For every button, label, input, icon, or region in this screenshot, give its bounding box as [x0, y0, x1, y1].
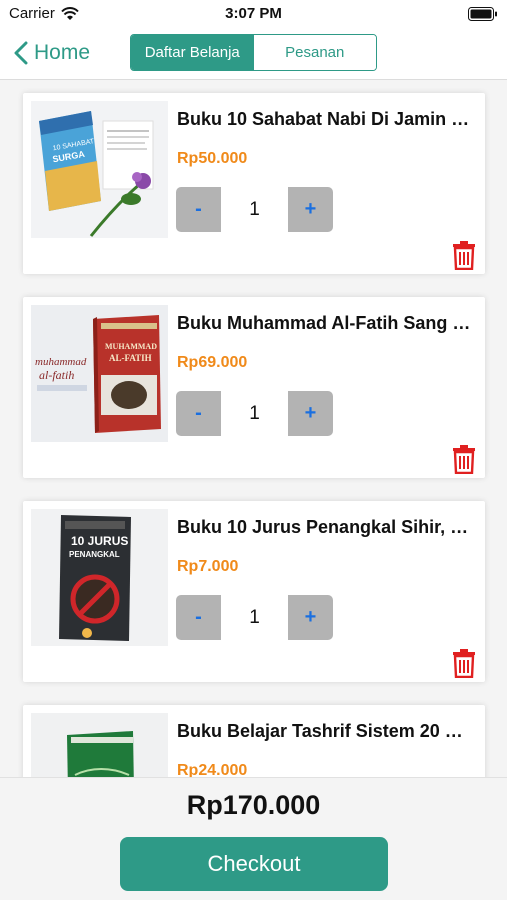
- checkout-footer: Rp170.000 Checkout: [0, 777, 507, 900]
- book-cover-image: [31, 713, 168, 777]
- decrement-button[interactable]: -: [176, 595, 221, 640]
- trash-icon[interactable]: [451, 444, 477, 474]
- svg-text:AL-FATIH: AL-FATIH: [109, 353, 152, 363]
- decrement-button[interactable]: -: [176, 187, 221, 232]
- book-cover-image: muhammad al-fatih MUHAMMAD AL-FATIH: [31, 305, 168, 442]
- status-bar: Carrier 3:07 PM: [0, 0, 507, 28]
- product-title: Buku Muhammad Al-Fatih Sang Penakluk: [177, 313, 477, 333]
- increment-button[interactable]: +: [288, 595, 333, 640]
- quantity-stepper: - 1 +: [176, 187, 333, 232]
- svg-text:muhammad: muhammad: [35, 356, 87, 368]
- product-price: Rp69.000: [177, 354, 248, 371]
- book-cover-image: 10 SAHABAT SURGA: [31, 101, 168, 238]
- svg-text:al-fatih: al-fatih: [39, 368, 74, 382]
- cart-item: 10 SAHABAT SURGA Buku 10 Sahabat Nabi Di…: [23, 93, 485, 274]
- svg-text:PENANGKAL: PENANGKAL: [69, 550, 120, 559]
- checkout-button[interactable]: Checkout: [120, 837, 388, 891]
- quantity-stepper: - 1 +: [176, 595, 333, 640]
- product-title: Buku Belajar Tashrif Sistem 20 Menit: [177, 721, 477, 741]
- back-button-label: Home: [34, 41, 91, 64]
- product-image: 10 SAHABAT SURGA: [31, 101, 168, 238]
- cart-item: Buku Belajar Tashrif Sistem 20 Menit Rp2…: [23, 705, 485, 777]
- product-price: Rp50.000: [177, 150, 248, 167]
- segmented-control: Daftar Belanja Pesanan: [130, 34, 377, 71]
- total-price: Rp170.000: [186, 790, 321, 820]
- product-price: Rp24.000: [177, 762, 248, 777]
- tab-daftar-belanja[interactable]: Daftar Belanja: [131, 35, 254, 70]
- trash-icon[interactable]: [451, 240, 477, 270]
- product-image: [31, 713, 168, 777]
- increment-button[interactable]: +: [288, 187, 333, 232]
- trash-icon[interactable]: [451, 648, 477, 678]
- cart-item: 10 JURUS PENANGKAL Buku 10 Jurus Penangk…: [23, 501, 485, 682]
- product-image: muhammad al-fatih MUHAMMAD AL-FATIH: [31, 305, 168, 442]
- navigation-bar: Home Daftar Belanja Pesanan: [0, 28, 507, 80]
- cart-item: muhammad al-fatih MUHAMMAD AL-FATIH Buku…: [23, 297, 485, 478]
- svg-text:10 JURUS: 10 JURUS: [71, 534, 128, 548]
- book-cover-image: 10 JURUS PENANGKAL: [31, 509, 168, 646]
- product-title: Buku 10 Jurus Penangkal Sihir, Gangguan …: [177, 517, 477, 537]
- svg-text:MUHAMMAD: MUHAMMAD: [105, 342, 157, 351]
- tab-pesanan[interactable]: Pesanan: [253, 35, 376, 70]
- product-price: Rp7.000: [177, 558, 239, 575]
- quantity-value: 1: [221, 595, 288, 640]
- cart-list[interactable]: 10 SAHABAT SURGA Buku 10 Sahabat Nabi Di…: [0, 80, 507, 777]
- decrement-button[interactable]: -: [176, 391, 221, 436]
- battery-icon: [468, 7, 497, 21]
- status-time: 3:07 PM: [225, 5, 282, 22]
- quantity-value: 1: [221, 391, 288, 436]
- chevron-left-icon: [14, 41, 28, 65]
- product-image: 10 JURUS PENANGKAL: [31, 509, 168, 646]
- product-title: Buku 10 Sahabat Nabi Di Jamin Surga: [177, 109, 477, 129]
- back-button[interactable]: Home: [14, 38, 90, 68]
- increment-button[interactable]: +: [288, 391, 333, 436]
- quantity-stepper: - 1 +: [176, 391, 333, 436]
- quantity-value: 1: [221, 187, 288, 232]
